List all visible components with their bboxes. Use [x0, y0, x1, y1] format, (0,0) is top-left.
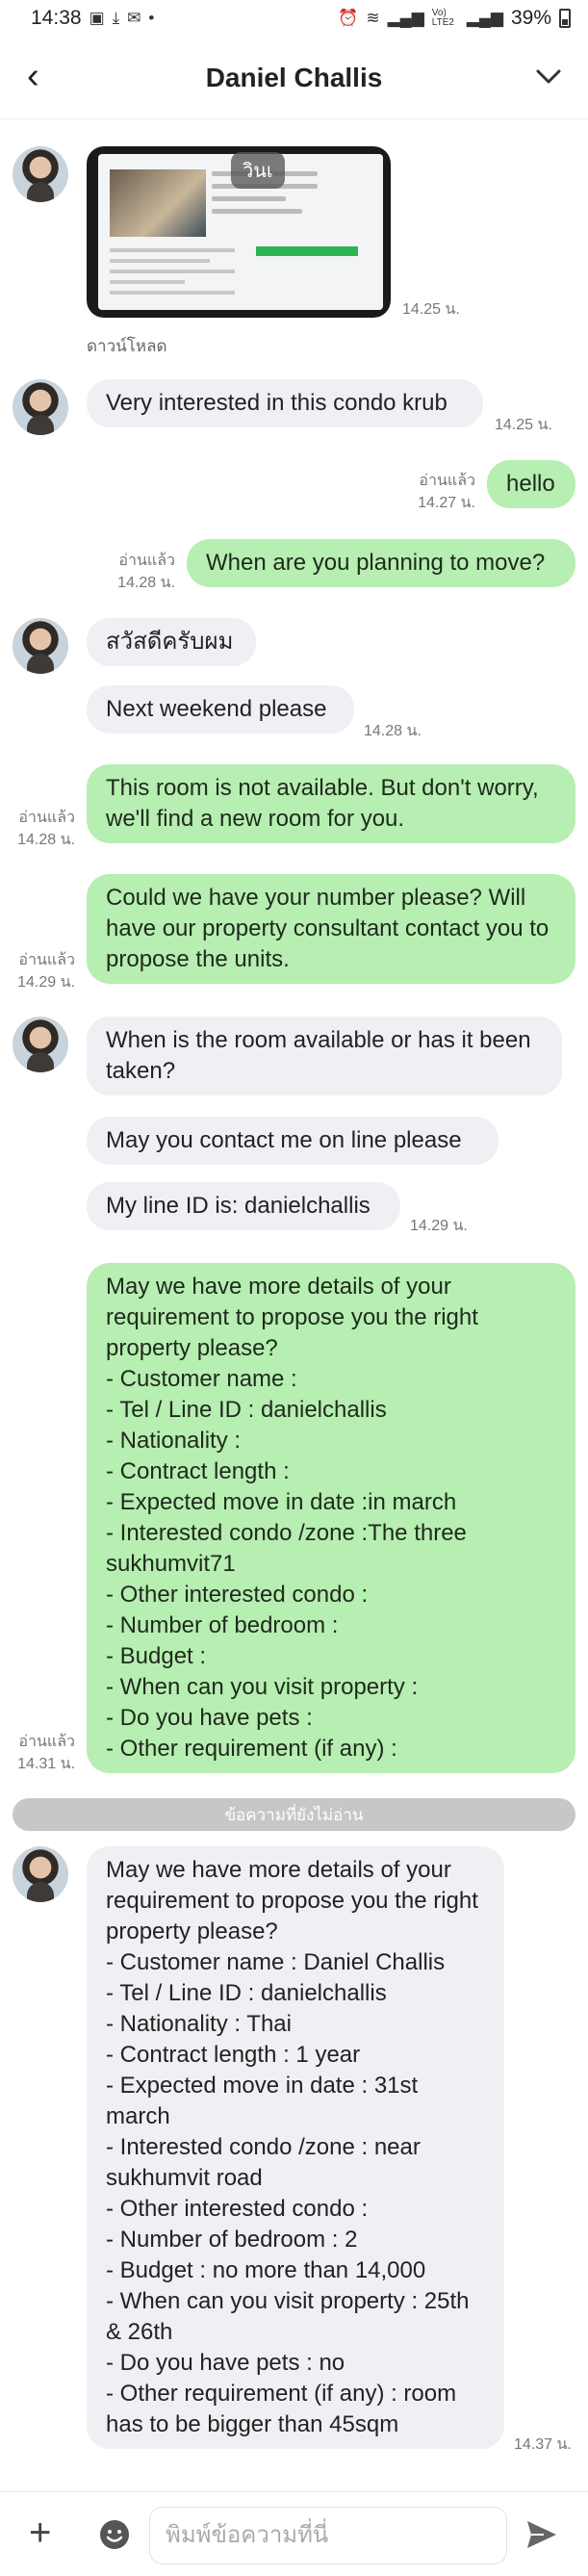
chat-title: Daniel Challis [205, 62, 383, 92]
chat-header: ‹ Daniel Challis [0, 37, 588, 119]
download-link[interactable]: ดาวน์โหลด [87, 333, 167, 359]
message-time: 14.29 น. [17, 974, 75, 991]
outgoing-message[interactable]: When are you planning to move? [187, 539, 575, 587]
image-text-block [110, 248, 235, 301]
image-message[interactable]: วินเ [87, 146, 391, 318]
wifi-icon: ≋ [366, 9, 380, 27]
message-time: 14.25 น. [495, 417, 552, 433]
plus-icon[interactable]: + [29, 2513, 51, 2552]
read-receipt: อ่านแล้ว [419, 473, 475, 489]
message-time: 14.28 น. [364, 723, 422, 739]
outgoing-message[interactable]: Could we have your number please? Will h… [87, 874, 575, 984]
avatar[interactable] [13, 618, 68, 674]
avatar[interactable] [13, 146, 68, 202]
signal2-icon: ▂▄▆ [466, 9, 503, 27]
message-input-bar: + [0, 2491, 588, 2576]
volte-icon: Vo) LTE2 [431, 8, 454, 28]
download-icon: ⤓ [112, 9, 120, 27]
outgoing-message[interactable]: May we have more details of your require… [87, 1263, 575, 1773]
message-time: 14.27 น. [418, 495, 475, 511]
read-receipt: อ่านแล้ว [118, 553, 175, 569]
avatar[interactable] [13, 1846, 68, 1902]
message-time: 14.29 น. [410, 1218, 468, 1234]
emoji-icon[interactable] [99, 2519, 130, 2550]
message-time: 14.25 น. [402, 301, 460, 318]
unread-divider: ข้อความที่ยังไม่อ่าน [13, 1798, 575, 1831]
status-right: ⏰ ≋ ▂▄▆ Vo) LTE2 ▂▄▆ 39% [338, 7, 571, 30]
message-time: 14.31 น. [17, 1756, 75, 1772]
battery-icon [559, 9, 571, 28]
chevron-down-icon[interactable] [534, 62, 563, 90]
send-icon[interactable] [524, 2517, 559, 2552]
outgoing-message[interactable]: This room is not available. But don't wo… [87, 764, 575, 843]
incoming-message[interactable]: My line ID is: danielchallis [87, 1182, 400, 1230]
read-receipt: อ่านแล้ว [18, 952, 75, 968]
outgoing-message[interactable]: hello [487, 460, 575, 508]
dot-icon: • [148, 9, 155, 27]
back-arrow-icon[interactable]: ‹ [27, 58, 39, 94]
alarm-icon: ⏰ [338, 9, 359, 27]
signal-icon: ▂▄▆ [387, 9, 424, 27]
incoming-message[interactable]: When is the room available or has it bee… [87, 1017, 562, 1095]
message-input[interactable] [149, 2507, 507, 2564]
read-receipt: อ่านแล้ว [18, 810, 75, 826]
incoming-message[interactable]: May you contact me on line please [87, 1117, 499, 1165]
avatar[interactable] [13, 1017, 68, 1072]
image-icon: ▣ [89, 9, 105, 27]
incoming-message[interactable]: สวัสดีครับผม [87, 618, 256, 666]
message-time: 14.37 น. [514, 2436, 572, 2453]
status-left: 14:38 ▣ ⤓ ✉ • [31, 7, 154, 30]
read-receipt: อ่านแล้ว [18, 1734, 75, 1750]
avatar[interactable] [13, 379, 68, 435]
incoming-message[interactable]: May we have more details of your require… [87, 1846, 504, 2449]
status-bar: 14:38 ▣ ⤓ ✉ • ⏰ ≋ ▂▄▆ Vo) LTE2 ▂▄▆ 39% [0, 0, 588, 37]
mail-icon: ✉ [127, 9, 141, 27]
image-green-bar [256, 246, 358, 256]
image-badge: วินเ [231, 152, 285, 189]
incoming-message[interactable]: Next weekend please [87, 685, 354, 734]
message-time: 14.28 น. [117, 575, 175, 591]
image-photo [110, 169, 206, 237]
incoming-message[interactable]: Very interested in this condo krub [87, 379, 483, 427]
message-time: 14.28 น. [17, 832, 75, 848]
status-time: 14:38 [31, 7, 82, 29]
battery-level: 39% [510, 7, 551, 29]
